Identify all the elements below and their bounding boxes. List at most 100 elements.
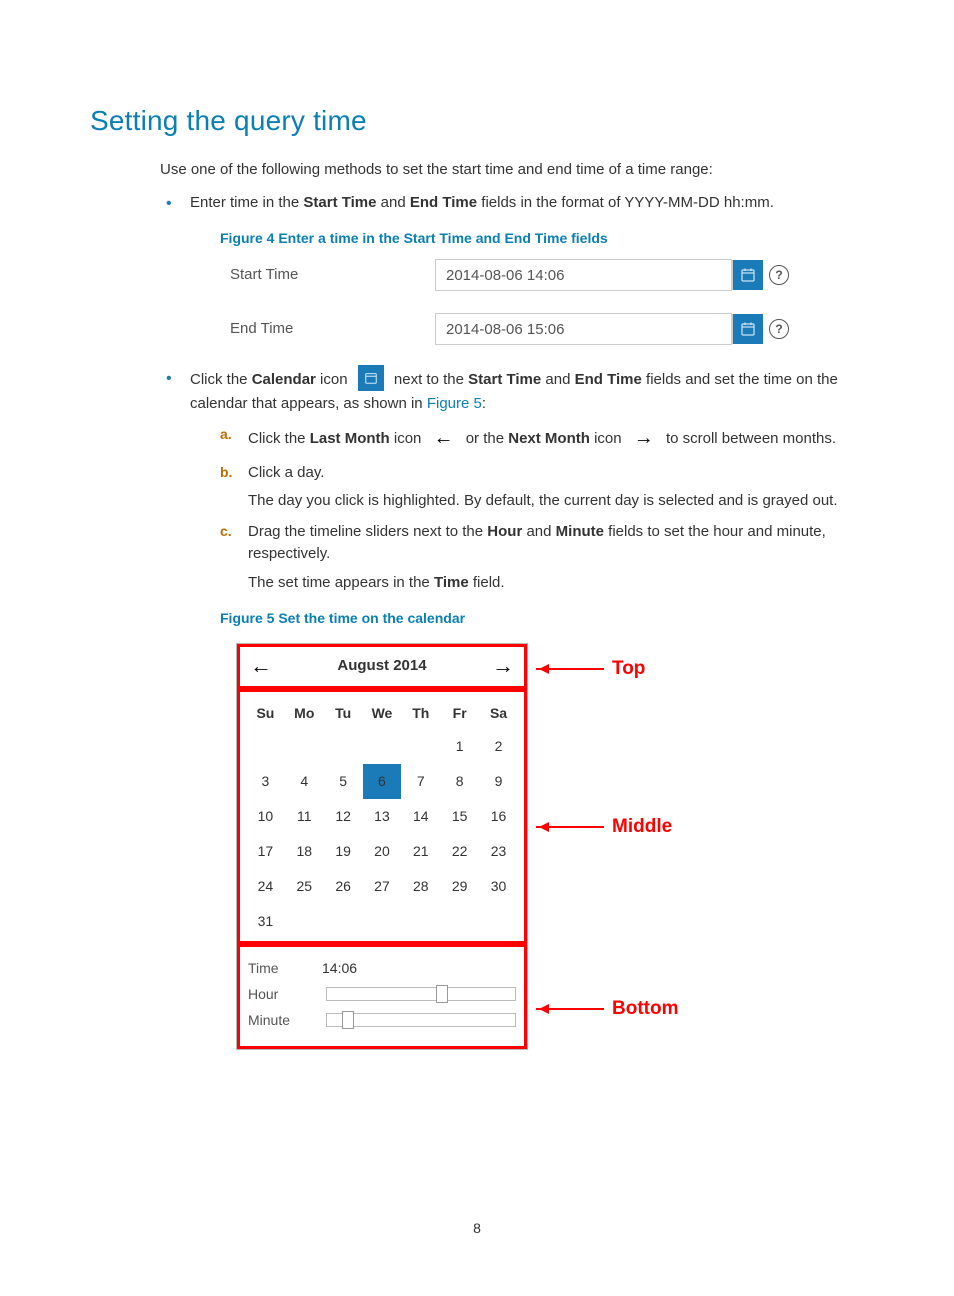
calendar-grid-region: SuMoTuWeThFrSa 1234567891011121314151617… [237,689,527,944]
calendar-day[interactable]: 30 [479,869,518,904]
calendar-day[interactable]: 26 [324,869,363,904]
calendar-day[interactable]: 31 [246,904,285,939]
calendar-day[interactable]: 17 [246,834,285,869]
calendar-day[interactable]: 4 [285,764,324,799]
figure5-content: Top Middle Bottom ← August 2014 [236,643,736,1050]
end-time-input[interactable] [435,313,732,345]
calendar-day [324,904,363,939]
start-time-label: Start Time [230,264,435,287]
section-heading: Setting the query time [90,105,864,137]
calendar-dow: We [363,698,402,729]
start-time-calendar-button[interactable] [732,260,763,290]
end-time-label: End Time [230,318,435,341]
next-month-button[interactable]: → [492,655,514,677]
help-icon[interactable]: ? [769,319,789,339]
arrow-left-icon: ← [434,423,454,453]
body-text: Use one of the following methods to set … [160,159,864,1050]
calendar-time-region: Time 14:06 Hour Minute [237,944,527,1049]
calendar-dow: Fr [440,698,479,729]
calendar-icon [364,371,378,385]
start-time-row: Start Time ? [230,259,864,291]
calendar-day[interactable]: 19 [324,834,363,869]
figure4-content: Start Time ? End Time ? [230,259,864,345]
step-c: c. Drag the timeline sliders next to the… [220,521,864,595]
calendar-day[interactable]: 15 [440,799,479,834]
start-time-input[interactable] [435,259,732,291]
hour-slider-thumb[interactable] [436,985,448,1003]
calendar-day[interactable]: 22 [440,834,479,869]
annotation-middle: Middle [536,813,672,842]
hour-label: Hour [248,984,322,1005]
method-2: Click the Calendar icon next to the Star… [160,367,864,1050]
calendar-day[interactable]: 5 [324,764,363,799]
end-time-row: End Time ? [230,313,864,345]
calendar-day[interactable]: 18 [285,834,324,869]
calendar-day[interactable]: 8 [440,764,479,799]
inline-calendar-icon [358,365,384,391]
calendar-dow: Tu [324,698,363,729]
calendar-day[interactable]: 27 [363,869,402,904]
calendar-day [440,904,479,939]
calendar-day[interactable]: 7 [401,764,440,799]
calendar-day [401,904,440,939]
calendar-day[interactable]: 20 [363,834,402,869]
prev-month-button[interactable]: ← [250,655,272,677]
calendar-dow: Su [246,698,285,729]
method-list: Enter time in the Start Time and End Tim… [160,192,864,1050]
calendar-day[interactable]: 21 [401,834,440,869]
calendar-day [363,904,402,939]
calendar-day[interactable]: 16 [479,799,518,834]
step-b: b. Click a day. The day you click is hig… [220,462,864,513]
calendar-icon [740,321,756,337]
annotation-top: Top [536,655,645,684]
calendar-icon [740,267,756,283]
calendar-day[interactable]: 12 [324,799,363,834]
minute-slider[interactable] [326,1013,516,1027]
minute-label: Minute [248,1010,322,1031]
calendar-day [401,729,440,764]
calendar-day[interactable]: 3 [246,764,285,799]
arrow-right-icon: → [634,423,654,453]
intro-text: Use one of the following methods to set … [160,159,864,182]
calendar-day[interactable]: 23 [479,834,518,869]
calendar-day[interactable]: 28 [401,869,440,904]
calendar-day[interactable]: 2 [479,729,518,764]
calendar-dow: Sa [479,698,518,729]
figure4-caption: Figure 4 Enter a time in the Start Time … [220,228,864,249]
figure5-caption: Figure 5 Set the time on the calendar [220,608,864,629]
calendar-day [479,904,518,939]
calendar-day[interactable]: 10 [246,799,285,834]
figure5-link[interactable]: Figure 5 [427,395,482,412]
calendar-day [246,729,285,764]
calendar-day [285,904,324,939]
annotation-bottom: Bottom [536,995,678,1024]
document-page: Setting the query time Use one of the fo… [0,0,954,1296]
calendar-dow: Th [401,698,440,729]
calendar-popup: ← August 2014 → SuMoTuWeThFrSa 123456789… [236,643,528,1050]
calendar-day[interactable]: 1 [440,729,479,764]
calendar-day[interactable]: 14 [401,799,440,834]
help-icon[interactable]: ? [769,265,789,285]
calendar-day[interactable]: 6 [363,764,402,799]
step-a: a. Click the Last Month icon ← or the Ne… [220,424,864,454]
calendar-day[interactable]: 25 [285,869,324,904]
hour-slider[interactable] [326,987,516,1001]
calendar-day[interactable]: 9 [479,764,518,799]
calendar-month-label: August 2014 [337,655,426,678]
calendar-day [324,729,363,764]
calendar-day[interactable]: 29 [440,869,479,904]
end-time-calendar-button[interactable] [732,314,763,344]
calendar-day[interactable]: 13 [363,799,402,834]
page-number: 8 [0,1220,954,1236]
calendar-day[interactable]: 24 [246,869,285,904]
substeps-list: a. Click the Last Month icon ← or the Ne… [220,424,864,595]
calendar-header: ← August 2014 → [237,644,527,689]
calendar-day[interactable]: 11 [285,799,324,834]
time-value: 14:06 [322,958,357,979]
minute-slider-thumb[interactable] [342,1011,354,1029]
calendar-day [363,729,402,764]
time-label: Time [248,958,322,979]
method-1: Enter time in the Start Time and End Tim… [160,192,864,346]
calendar-grid: SuMoTuWeThFrSa 1234567891011121314151617… [246,698,518,939]
calendar-day [285,729,324,764]
